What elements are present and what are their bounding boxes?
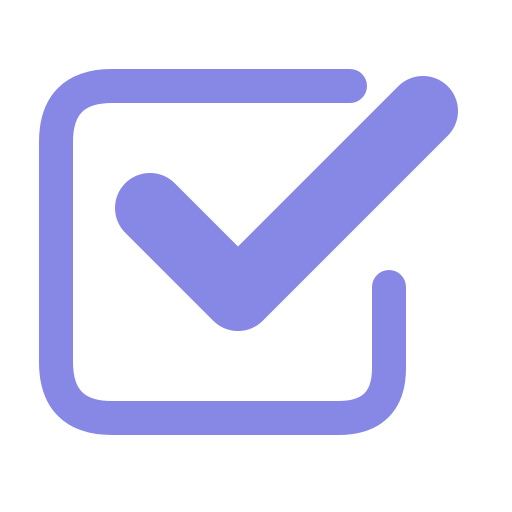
icon-canvas xyxy=(0,0,512,512)
check-mark xyxy=(115,76,458,331)
checkbox-checked-icon xyxy=(39,69,458,435)
